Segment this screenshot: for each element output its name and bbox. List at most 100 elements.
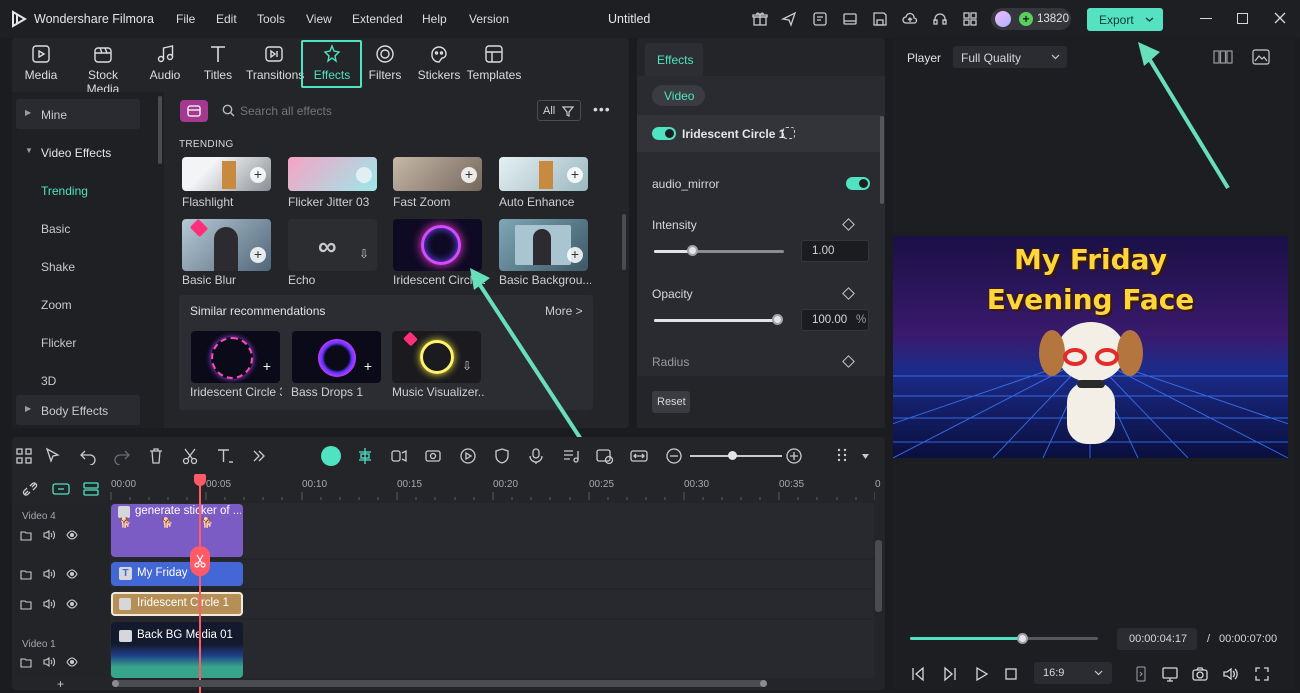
sidebar-item-video-effects[interactable]: ▼ Video Effects	[16, 137, 140, 167]
next-frame-icon[interactable]	[942, 666, 958, 682]
volume-icon[interactable]	[1222, 666, 1238, 682]
sidebar-sub-shake[interactable]: Shake	[41, 260, 75, 274]
intensity-slider[interactable]	[654, 245, 784, 256]
unlink-chain-icon[interactable]	[22, 481, 38, 497]
opacity-knob[interactable]	[772, 314, 783, 325]
delete-trash-icon[interactable]	[147, 447, 165, 465]
intensity-knob[interactable]	[687, 245, 698, 256]
microphone-icon[interactable]	[527, 447, 545, 465]
folder-lock-icon[interactable]	[20, 568, 32, 580]
send-icon[interactable]	[781, 11, 797, 27]
feedback-icon[interactable]	[812, 11, 828, 27]
zoom-in-icon[interactable]	[785, 447, 803, 465]
eye-icon[interactable]	[66, 656, 78, 668]
previous-frame-icon[interactable]	[910, 666, 926, 682]
category-stickers[interactable]: Stickers	[411, 44, 467, 82]
stop-icon[interactable]	[1003, 666, 1019, 682]
fullscreen-icon[interactable]	[1254, 666, 1270, 682]
picture-in-picture-icon[interactable]	[596, 447, 614, 465]
text-tool-icon[interactable]	[216, 447, 234, 465]
snapshot-image-icon[interactable]	[1252, 49, 1270, 65]
clip-sticker[interactable]: generate sticker of ... 🐕 🐕 🐕	[111, 504, 243, 557]
properties-scrollbar[interactable]	[880, 116, 884, 204]
audio-list-icon[interactable]	[562, 447, 580, 465]
eye-icon[interactable]	[66, 529, 78, 541]
play-icon[interactable]	[973, 666, 989, 682]
menu-extended[interactable]: Extended	[352, 12, 403, 26]
intensity-value-field[interactable]: 1.00	[801, 240, 869, 262]
category-filters[interactable]: Filters	[357, 44, 413, 82]
add-icon[interactable]: +	[567, 167, 583, 183]
aspect-ratio-dropdown[interactable]: 16:9	[1034, 662, 1112, 684]
add-icon[interactable]: +	[250, 247, 266, 263]
menu-view[interactable]: View	[306, 12, 332, 26]
current-time-field[interactable]: 00:00:04:17	[1117, 628, 1197, 650]
folder-lock-icon[interactable]	[20, 598, 32, 610]
timeline-vertical-scrollbar[interactable]	[875, 540, 882, 612]
auto-ripple-icon[interactable]	[390, 447, 408, 465]
add-track-icon[interactable]: +	[57, 677, 64, 691]
add-icon[interactable]: +	[461, 167, 477, 183]
eye-icon[interactable]	[66, 598, 78, 610]
store-button[interactable]	[180, 100, 208, 122]
minimize-icon[interactable]	[1200, 18, 1212, 20]
download-icon[interactable]	[356, 167, 372, 183]
headset-icon[interactable]	[932, 11, 948, 27]
zoom-slider[interactable]	[690, 451, 782, 460]
speaker-icon[interactable]	[43, 598, 55, 610]
export-button[interactable]: Export	[1087, 8, 1163, 31]
opacity-value-field[interactable]: 100.00 %	[801, 309, 869, 331]
chevron-down-icon[interactable]	[862, 454, 869, 459]
shield-mask-icon[interactable]	[493, 447, 511, 465]
sidebar-item-body-effects[interactable]: ▶ Body Effects	[16, 395, 140, 425]
menu-edit[interactable]: Edit	[216, 12, 237, 26]
save-icon[interactable]	[872, 11, 888, 27]
ai-assistant-icon[interactable]	[321, 446, 341, 466]
select-region-icon[interactable]	[783, 127, 795, 139]
display-monitor-icon[interactable]	[1162, 666, 1178, 682]
zoom-out-icon[interactable]	[665, 447, 683, 465]
avatar[interactable]	[995, 11, 1011, 27]
add-icon[interactable]: +	[259, 359, 275, 375]
effect-thumb-echo[interactable]: ∞ ⇩	[288, 219, 377, 271]
effect-thumb-flashlight[interactable]: +	[182, 157, 271, 191]
category-titles[interactable]: Titles	[190, 44, 246, 82]
apps-grid-icon[interactable]	[962, 11, 978, 27]
add-icon[interactable]: +	[360, 359, 376, 375]
audio-mirror-toggle[interactable]	[846, 177, 870, 190]
playback-progress[interactable]	[910, 633, 1098, 644]
layout-icon[interactable]	[842, 11, 858, 27]
link-clip-icon[interactable]	[52, 482, 70, 496]
undo-icon[interactable]	[79, 447, 97, 465]
playhead-split-button[interactable]	[190, 546, 210, 576]
effect-thumb-basic-blur[interactable]: +	[182, 219, 271, 271]
scrollbar-end-handle[interactable]	[760, 680, 767, 687]
sidebar-item-mine[interactable]: ▶ Mine	[16, 99, 140, 129]
cloud-upload-icon[interactable]	[902, 11, 918, 27]
playhead[interactable]	[199, 474, 201, 693]
record-screen-icon[interactable]	[424, 447, 442, 465]
video-preview[interactable]: My Friday Evening Face	[893, 236, 1288, 458]
folder-lock-icon[interactable]	[20, 656, 32, 668]
eye-icon[interactable]	[66, 568, 78, 580]
library-scrollbar[interactable]	[622, 214, 626, 270]
snap-magnet-icon[interactable]	[356, 447, 374, 465]
fit-timeline-icon[interactable]	[630, 447, 648, 465]
category-effects[interactable]: Effects	[304, 44, 360, 82]
motion-track-icon[interactable]	[459, 447, 477, 465]
playhead-handle[interactable]	[194, 474, 206, 486]
quality-dropdown[interactable]: Full Quality	[953, 46, 1067, 68]
select-pointer-icon[interactable]	[44, 447, 62, 465]
sidebar-sub-zoom[interactable]: Zoom	[41, 298, 72, 312]
menu-file[interactable]: File	[176, 12, 195, 26]
redo-icon[interactable]	[113, 447, 131, 465]
subtab-video[interactable]: Video	[652, 85, 705, 106]
reset-button[interactable]: Reset	[652, 391, 690, 413]
more-options-icon[interactable]: •••	[593, 101, 611, 117]
track-manager-icon[interactable]	[82, 482, 100, 496]
opacity-slider[interactable]	[654, 314, 783, 325]
similar-thumb-iridescent-circle-3[interactable]: +	[191, 331, 280, 383]
scrollbar-start-handle[interactable]	[112, 680, 119, 687]
search-input[interactable]	[240, 100, 520, 122]
credits-badge[interactable]: + 13820	[991, 8, 1071, 30]
